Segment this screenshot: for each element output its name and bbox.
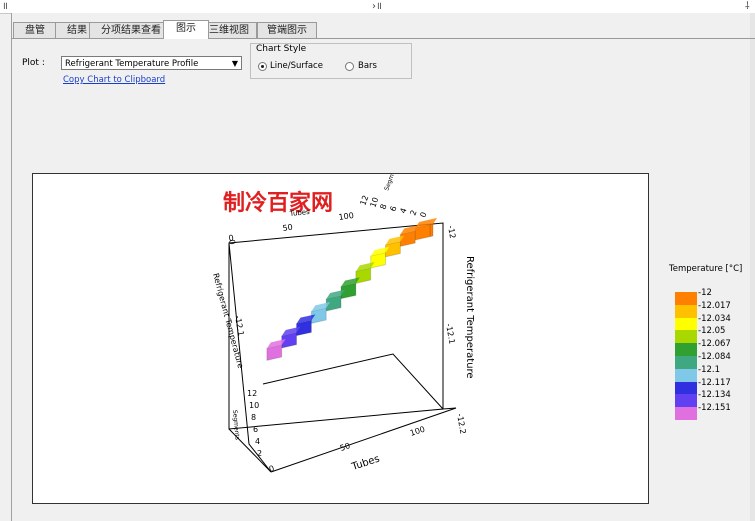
plot-label: Plot : — [22, 58, 45, 68]
y-tick-back: 2 — [408, 209, 418, 217]
legend-label: -12.067 — [698, 339, 731, 350]
legend-swatch — [675, 394, 697, 408]
legend-label: -12.034 — [698, 313, 731, 324]
axis-box-back — [228, 222, 444, 430]
tab-3d-view[interactable]: 三维视图 — [201, 22, 257, 38]
legend-swatch — [675, 381, 697, 395]
top-glyph: ›॥ — [372, 1, 382, 12]
copy-chart-link[interactable]: Copy Chart to Clipboard — [63, 75, 165, 85]
surface-steps — [266, 218, 437, 361]
y-axis-label-back: Segments — [383, 174, 400, 192]
x-axis-label-back: Tubes — [288, 208, 310, 218]
x-tick-front: 50 — [339, 441, 351, 453]
legend-label: -12.1 — [698, 364, 720, 375]
legend-swatch — [675, 317, 697, 331]
top-glyph: ॥ — [2, 1, 8, 12]
tab-divider — [11, 38, 755, 39]
y-tick-back: 8 — [378, 203, 388, 211]
plot-select-value: Refrigerant Temperature Profile — [65, 59, 199, 69]
legend-label: -12 — [698, 288, 712, 298]
tab-tube-end-chart[interactable]: 管端图示 — [257, 22, 317, 38]
z-tick-right: -12 — [446, 225, 457, 239]
line-surface-radio[interactable] — [258, 62, 267, 71]
legend-swatch — [675, 343, 697, 357]
legend-label: -12.117 — [698, 377, 731, 388]
y-tick-front: 2 — [257, 449, 262, 458]
y-tick-front: 12 — [247, 389, 257, 398]
x-axis-label-front: Tubes — [350, 454, 382, 474]
legend-title: Temperature [°C] — [669, 264, 743, 274]
legend-swatch — [675, 368, 697, 382]
legend-label: -12.017 — [698, 300, 731, 311]
vertical-scrollbar[interactable] — [750, 13, 755, 521]
axis-line-mid — [262, 353, 444, 410]
tab-coil[interactable]: 盘管 — [13, 22, 57, 38]
z-tick-right: -12.2 — [455, 413, 467, 435]
watermark: 制冷百家网 — [223, 190, 333, 216]
chart-style-title: Chart Style — [255, 44, 308, 54]
legend-swatch — [675, 304, 697, 318]
legend-label: -12.134 — [698, 390, 731, 401]
x-tick-back: 50 — [282, 223, 293, 233]
plot-select[interactable]: Refrigerant Temperature Profile ▼ — [61, 56, 242, 70]
legend-swatch — [675, 330, 697, 344]
x-tick-front: 0 — [268, 464, 276, 474]
x-tick-back: 100 — [338, 211, 354, 222]
top-glyph: ⸸ — [745, 1, 750, 12]
y-tick-back: 6 — [388, 205, 398, 213]
bars-radio[interactable] — [345, 62, 354, 71]
legend-label: -12.05 — [698, 326, 726, 337]
legend-swatch — [675, 292, 697, 305]
y-tick-back: 4 — [398, 207, 408, 215]
3d-chart: 050100050100-12-12.1-12.20-12.1246810120… — [211, 174, 475, 474]
z-tick-left: 0 — [227, 239, 237, 246]
legend-swatch — [675, 407, 697, 421]
z-axis-label-right: Refrigerant Temperature — [464, 256, 475, 379]
y-tick-front: 6 — [253, 425, 258, 434]
tab-chart[interactable]: 图示 — [163, 20, 209, 39]
y-tick-front: 8 — [251, 413, 256, 422]
y-axis-label-front: Segments — [231, 410, 241, 441]
legend-label: -12.084 — [698, 352, 731, 362]
tab-itemized-results[interactable]: 分项结果查看 — [89, 22, 173, 38]
legend-swatch — [675, 356, 697, 369]
window-top-strip: ॥ ›॥ ⸸ — [0, 0, 755, 14]
y-tick-front: 4 — [255, 437, 260, 446]
y-tick-back: 0 — [418, 211, 428, 219]
bars-label: Bars — [358, 61, 377, 71]
line-surface-label: Line/Surface — [270, 61, 323, 71]
x-tick-front: 100 — [409, 425, 426, 438]
z-tick-right: -12.1 — [444, 323, 456, 345]
y-tick-front: 10 — [249, 401, 259, 410]
legend-label: -12.151 — [698, 403, 731, 414]
chevron-down-icon: ▼ — [231, 59, 238, 68]
chart-area: 0 50 100 0 50 100 -12 -12.1 -12.2 0 -12.1 2 4 6 8 10 12 0… — [32, 173, 649, 504]
